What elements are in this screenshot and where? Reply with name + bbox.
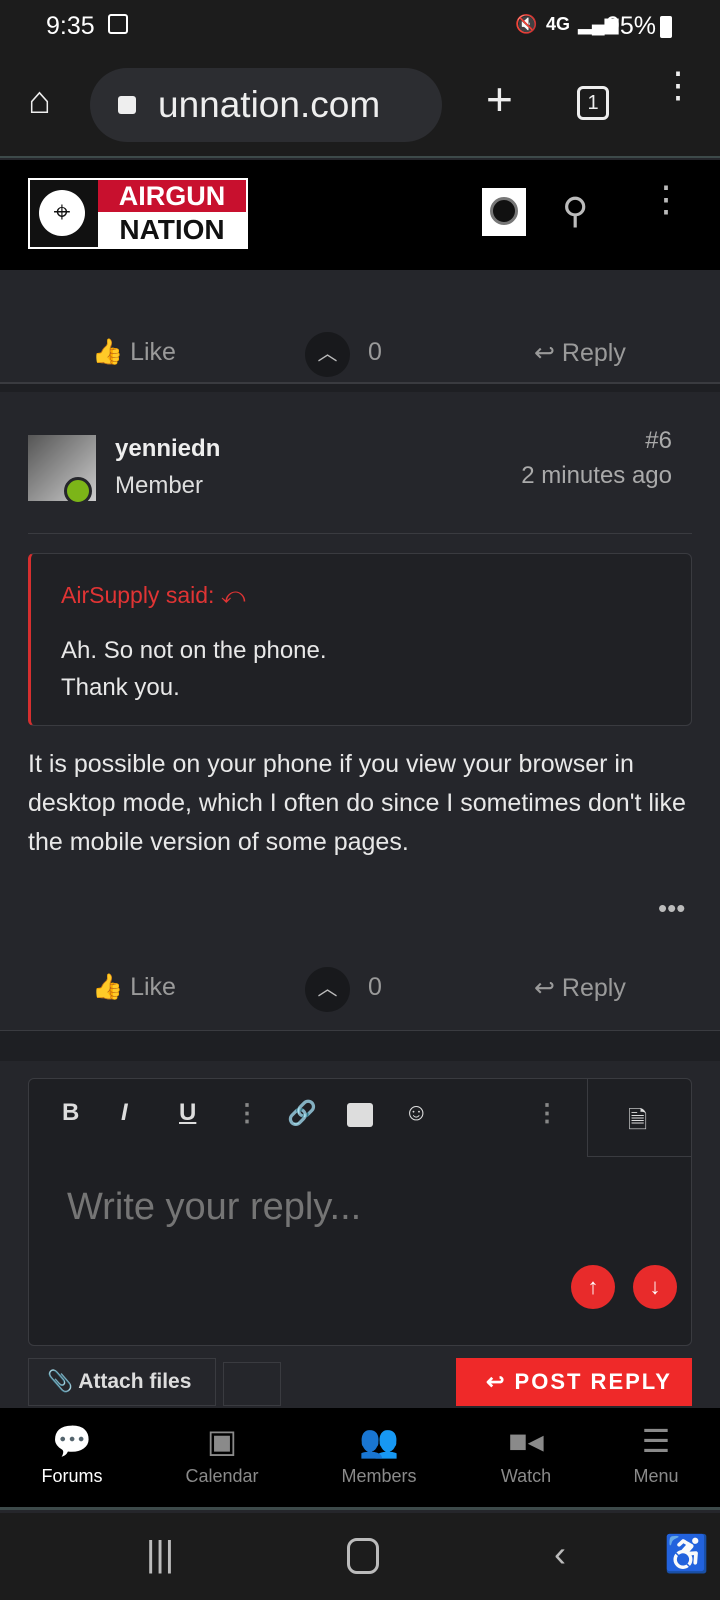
battery-level: 95% (606, 12, 657, 40)
post-time[interactable]: 2 minutes ago (521, 462, 672, 490)
site-header: ⌖ AIRGUN NATION ⚲ ⋮ (0, 160, 720, 270)
author-avatar[interactable] (28, 435, 96, 505)
upvote-button[interactable]: ︿ (305, 967, 350, 1012)
reply-label: Reply (561, 974, 626, 1002)
nav-label: Menu (633, 1466, 679, 1486)
logo-text-bottom: NATION (119, 214, 225, 245)
upvote-button[interactable]: ︿ (305, 332, 350, 377)
author-role: Member (115, 472, 204, 499)
reply-editor[interactable]: B I U ⋮ 🔗 ☺ ⋮ 🗎 ↑ ↓ (28, 1078, 692, 1346)
quote-line: Ah. So not on the phone. (61, 637, 327, 664)
battery-icon (660, 16, 672, 38)
calendar-icon: ▣ (206, 1423, 238, 1459)
online-status-icon (64, 477, 92, 505)
italic-button[interactable]: I (121, 1099, 128, 1127)
nav-label: Calendar (185, 1466, 259, 1486)
attach-files-button[interactable]: 📎 Attach files (28, 1358, 216, 1406)
reply-button[interactable]: ↩ Reply (534, 973, 626, 1003)
new-tab-icon[interactable]: + (486, 72, 513, 126)
vote-count: 0 (368, 973, 382, 1001)
post-options-icon[interactable]: ••• (658, 893, 685, 924)
jump-to-quote-icon[interactable]: ⤺ (221, 582, 246, 608)
members-icon: 👥 (359, 1423, 399, 1459)
post-reactions: 👍 Like ︿ 0 ↩ Reply (0, 945, 720, 1035)
system-nav-bar: ||| ‹ ♿ (0, 1513, 720, 1600)
accessibility-icon[interactable]: ♿ (664, 1533, 709, 1575)
quote-author[interactable]: AirSupply said: ⤺ (61, 582, 245, 609)
quote-block: AirSupply said: ⤺ Ah. So not on the phon… (28, 553, 692, 726)
browser-toolbar: ⌂ unnation.com + 1 ⋮ (0, 54, 720, 158)
recent-apps-icon[interactable]: ||| (146, 1533, 174, 1575)
emoji-icon[interactable]: ☺ (404, 1099, 429, 1127)
nav-menu[interactable]: ☰ Menu (584, 1408, 720, 1508)
crosshair-icon: ⌖ (39, 190, 85, 236)
post-body: It is possible on your phone if you view… (28, 750, 686, 856)
link-icon[interactable]: 🔗 (287, 1099, 317, 1128)
clock: 9:35 (46, 12, 95, 40)
site-logo[interactable]: ⌖ AIRGUN NATION (28, 178, 248, 249)
user-avatar-target[interactable] (482, 188, 526, 236)
address-bar[interactable]: unnation.com (90, 68, 442, 142)
lock-icon (118, 96, 136, 114)
reply-button[interactable]: ↩ Reply (534, 338, 626, 368)
post-reply-button[interactable]: ↩ POST REPLY (456, 1358, 692, 1406)
video-icon: ■◂ (508, 1423, 544, 1459)
attach-label: Attach files (78, 1370, 192, 1393)
search-icon[interactable]: ⚲ (562, 190, 588, 232)
preview-button[interactable]: 🗎 (587, 1079, 692, 1157)
like-button[interactable]: 👍 Like (92, 973, 176, 1002)
quote-author-label: AirSupply said: (61, 582, 215, 608)
scroll-up-button[interactable]: ↑ (571, 1265, 615, 1309)
bold-button[interactable]: B (62, 1099, 79, 1127)
quote-line: Thank you. (61, 674, 180, 701)
like-button[interactable]: 👍 Like (92, 338, 176, 367)
post-separator (0, 384, 720, 392)
nav-label: Forums (41, 1466, 103, 1486)
scroll-down-button[interactable]: ↓ (633, 1265, 677, 1309)
preview-icon: 🗎 (628, 1107, 648, 1134)
network-icon: 4G (546, 14, 571, 34)
home-icon[interactable]: ⌂ (28, 80, 51, 123)
nav-watch[interactable]: ■◂ Watch (454, 1408, 598, 1508)
more-options-icon[interactable]: ⋮ (535, 1099, 559, 1128)
insert-quote-button[interactable] (223, 1362, 281, 1406)
underline-button[interactable]: U (179, 1099, 196, 1127)
browser-menu-icon[interactable]: ⋮ (660, 67, 696, 103)
reply-label: Reply (561, 339, 626, 367)
hamburger-icon: ☰ (641, 1423, 671, 1459)
nav-members[interactable]: 👥 Members (307, 1408, 451, 1508)
back-icon[interactable]: ‹ (554, 1533, 566, 1575)
image-icon[interactable] (347, 1103, 373, 1127)
status-bar: 9:35 🔇 4G ▂▄▆ 95% (0, 0, 720, 54)
like-label: Like (130, 338, 176, 366)
home-button-icon[interactable] (347, 1538, 379, 1574)
url-text: unnation.com (158, 84, 381, 125)
tab-switcher-button[interactable]: 1 (577, 86, 609, 120)
section-gap (0, 1031, 720, 1061)
nav-label: Watch (500, 1466, 552, 1486)
paperclip-icon: 📎 (47, 1370, 74, 1393)
logo-text-top: AIRGUN (98, 180, 246, 212)
author-name[interactable]: yenniedn (115, 435, 220, 463)
mute-icon: 🔇 (515, 14, 538, 34)
reply-input[interactable] (67, 1179, 547, 1235)
nav-label: Members (341, 1466, 417, 1486)
nav-forums[interactable]: 💬 Forums (0, 1408, 144, 1508)
more-text-options-icon[interactable]: ⋮ (235, 1099, 259, 1128)
speech-bubble-icon: 💬 (52, 1423, 92, 1459)
post-reply-label: POST REPLY (514, 1369, 672, 1394)
post-number[interactable]: #6 (645, 427, 672, 455)
vote-count: 0 (368, 338, 382, 366)
divider (28, 533, 692, 534)
image-notification-icon (108, 14, 128, 34)
like-label: Like (130, 973, 176, 1001)
bottom-nav: 💬 Forums ▣ Calendar 👥 Members ■◂ Watch ☰ Menu (0, 1408, 720, 1510)
more-icon[interactable]: ⋮ (648, 181, 684, 217)
nav-calendar[interactable]: ▣ Calendar (150, 1408, 294, 1508)
